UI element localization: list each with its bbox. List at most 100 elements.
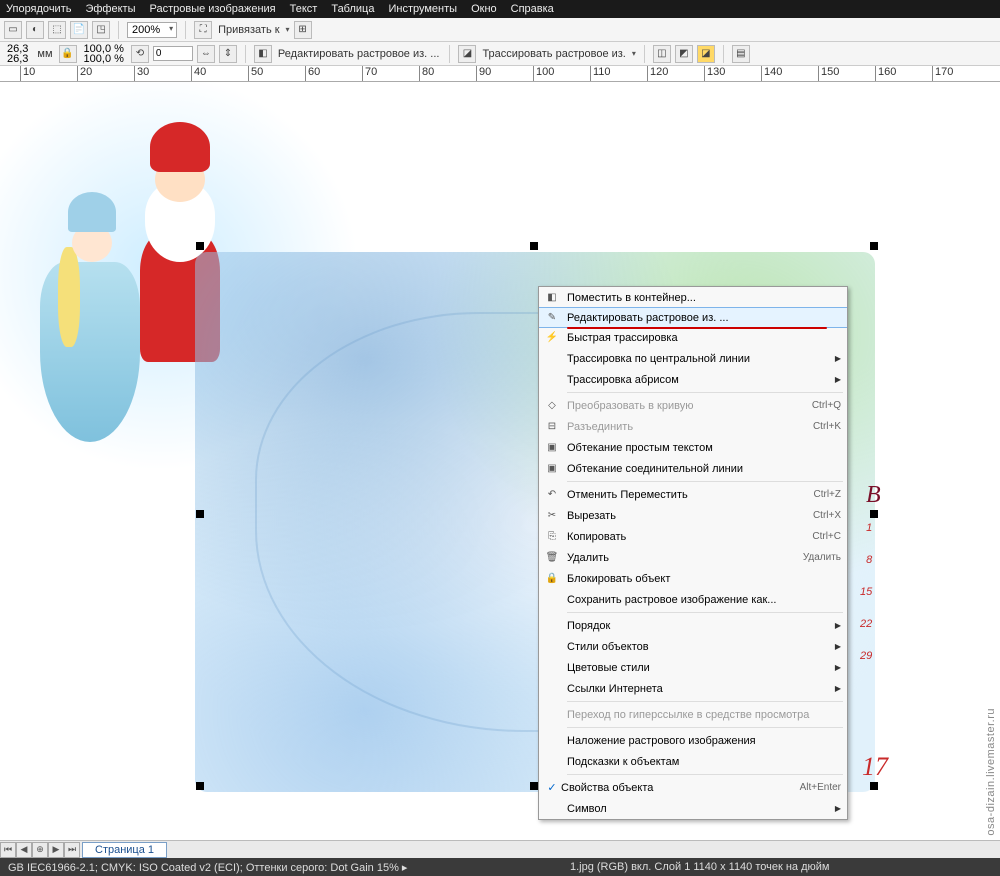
context-menu-item[interactable]: Подсказки к объектам	[539, 751, 847, 772]
trace-bitmap-button[interactable]: Трассировать растровое из.	[480, 48, 627, 60]
menu-item-icon: ⊟	[543, 419, 561, 435]
context-menu-item[interactable]: Порядок▶	[539, 615, 847, 636]
unit-label: мм	[35, 48, 54, 60]
zoom-combo[interactable]: 200%	[127, 22, 177, 38]
trace-bitmap-icon[interactable]: ◪	[458, 45, 476, 63]
selection-handle[interactable]	[530, 782, 538, 790]
separator	[245, 45, 246, 63]
rotation-field[interactable]	[153, 46, 193, 61]
calendar-numbers: 18152229	[860, 512, 872, 672]
ruler-tick: 50	[248, 66, 263, 82]
menu-table[interactable]: Таблица	[331, 3, 374, 15]
canvas[interactable]: В 18152229 17	[0, 82, 1000, 840]
page-tab-bar: ⏮ ◀ ⊕ ▶ ⏭ Страница 1	[0, 840, 1000, 858]
menu-item-label: Трассировка абрисом	[567, 374, 835, 386]
context-menu-item[interactable]: Наложение растрового изображения	[539, 730, 847, 751]
menu-item-label: Трассировка по центральной линии	[567, 353, 835, 365]
tool-icon[interactable]: ◩	[675, 45, 693, 63]
context-menu-item[interactable]: ⚡Быстрая трассировка	[539, 327, 847, 348]
mirror-h-icon[interactable]: ⇔	[197, 45, 215, 63]
mirror-v-icon[interactable]: ⇕	[219, 45, 237, 63]
selection-handle[interactable]	[196, 782, 204, 790]
context-menu-item[interactable]: ▣Обтекание соединительной линии	[539, 458, 847, 479]
context-menu-separator	[567, 727, 843, 728]
menu-item-icon	[543, 754, 561, 770]
menu-window[interactable]: Окно	[471, 3, 497, 15]
lock-ratio-icon[interactable]: 🔒	[59, 45, 77, 63]
tool-icon[interactable]: ▭	[4, 21, 22, 39]
context-menu-item[interactable]: ✓Свойства объектаAlt+Enter	[539, 777, 847, 798]
status-bar: GB IEC61966-2.1; CMYK: ISO Coated v2 (EC…	[0, 858, 1000, 876]
page-tab[interactable]: Страница 1	[82, 842, 167, 858]
menu-help[interactable]: Справка	[511, 3, 554, 15]
context-menu-item[interactable]: ✎ Редактировать растровое из. ...	[539, 307, 847, 328]
context-menu-item[interactable]: ↶Отменить ПереместитьCtrl+Z	[539, 484, 847, 505]
menu-arrange[interactable]: Упорядочить	[6, 3, 71, 15]
menu-item-shortcut: Ctrl+C	[812, 531, 841, 542]
page-nav-last[interactable]: ⏭	[64, 842, 80, 858]
rotation-icon[interactable]: ⟲	[131, 45, 149, 63]
tool-icon[interactable]: ◪	[697, 45, 715, 63]
page-nav-next[interactable]: ▶	[48, 842, 64, 858]
selection-handle[interactable]	[870, 242, 878, 250]
page-nav-first[interactable]: ⏮	[0, 842, 16, 858]
tool-icon[interactable]: ◳	[92, 21, 110, 39]
ruler-tick: 80	[419, 66, 434, 82]
calendar-letter: В	[866, 482, 881, 509]
context-menu-item: ⊟ РазъединитьCtrl+K	[539, 416, 847, 437]
context-menu-item[interactable]: 🔒Блокировать объект	[539, 568, 847, 589]
menu-item-icon	[543, 681, 561, 697]
selection-handle[interactable]	[196, 242, 204, 250]
page-add[interactable]: ⊕	[32, 842, 48, 858]
status-center: 1.jpg (RGB) вкл. Слой 1 1140 x 1140 точе…	[407, 861, 992, 873]
menu-item-label: Цветовые стили	[567, 662, 835, 674]
selection-handle[interactable]	[870, 510, 878, 518]
context-menu-item[interactable]: Стили объектов▶	[539, 636, 847, 657]
context-menu-item[interactable]: Трассировка абрисом▶	[539, 369, 847, 390]
selection-handle[interactable]	[870, 782, 878, 790]
tool-icon[interactable]: ▤	[732, 45, 750, 63]
tool-icon[interactable]: ⛶	[194, 21, 212, 39]
context-menu-item[interactable]: Сохранить растровое изображение как...	[539, 589, 847, 610]
menu-item-icon: ▣	[543, 440, 561, 456]
menu-bar[interactable]: Упорядочить Эффекты Растровые изображени…	[0, 0, 1000, 18]
tool-icon[interactable]: ⊞	[294, 21, 312, 39]
context-menu-item[interactable]: ✂ВырезатьCtrl+X	[539, 505, 847, 526]
context-menu-item[interactable]: ▣Обтекание простым текстом	[539, 437, 847, 458]
tool-icon[interactable]: ⬚	[48, 21, 66, 39]
menu-item-icon: ✎	[543, 310, 561, 326]
menu-item-label: Разъединить	[567, 421, 813, 433]
context-menu-separator	[567, 774, 843, 775]
menu-text[interactable]: Текст	[290, 3, 318, 15]
tool-icon[interactable]: 📄	[70, 21, 88, 39]
menu-item-label: Редактировать растровое из. ...	[567, 312, 841, 324]
toolbar-properties: 26,3 26,3 мм 🔒 100,0 %100,0 % ⟲ ⇔ ⇕ ◧ Ре…	[0, 42, 1000, 66]
edit-bitmap-icon[interactable]: ◧	[254, 45, 272, 63]
edit-bitmap-button[interactable]: Редактировать растровое из. ...	[276, 48, 442, 60]
menu-tools[interactable]: Инструменты	[388, 3, 457, 15]
context-menu-item[interactable]: Цветовые стили▶	[539, 657, 847, 678]
context-menu-item[interactable]: 🗑УдалитьУдалить	[539, 547, 847, 568]
context-menu-item[interactable]: Трассировка по центральной линии▶	[539, 348, 847, 369]
menu-item-icon	[543, 801, 561, 817]
context-menu-separator	[567, 392, 843, 393]
context-menu-item[interactable]: Ссылки Интернета▶	[539, 678, 847, 699]
menu-item-shortcut: Ctrl+X	[813, 510, 841, 521]
context-menu-item[interactable]: ◧Поместить в контейнер...	[539, 287, 847, 308]
menu-item-shortcut: Ctrl+K	[813, 421, 841, 432]
separator	[118, 21, 119, 39]
menu-effects[interactable]: Эффекты	[85, 3, 135, 15]
menu-item-label: Отменить Переместить	[567, 489, 814, 501]
tool-icon[interactable]: ◐	[26, 21, 44, 39]
selection-handle[interactable]	[196, 510, 204, 518]
separator	[185, 21, 186, 39]
page-nav-prev[interactable]: ◀	[16, 842, 32, 858]
context-menu-item[interactable]: ⎘КопироватьCtrl+C	[539, 526, 847, 547]
context-menu[interactable]: ◧Поместить в контейнер... ✎ Редактировать …	[538, 286, 848, 820]
menu-bitmaps[interactable]: Растровые изображения	[149, 3, 275, 15]
context-menu-item[interactable]: Символ▶	[539, 798, 847, 819]
selection-handle[interactable]	[530, 242, 538, 250]
tool-icon[interactable]: ◫	[653, 45, 671, 63]
menu-item-shortcut: Ctrl+Q	[812, 400, 841, 411]
menu-item-shortcut: Alt+Enter	[800, 782, 841, 793]
